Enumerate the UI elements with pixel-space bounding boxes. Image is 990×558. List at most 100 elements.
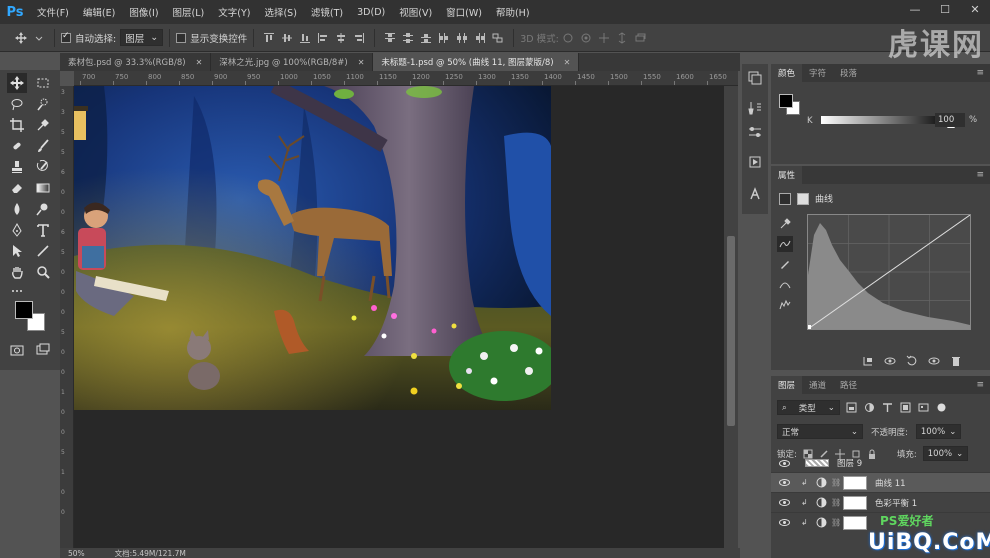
type-tool-icon[interactable]	[33, 220, 53, 240]
visibility-icon[interactable]	[927, 354, 941, 368]
character-panel-icon[interactable]	[747, 186, 763, 202]
dodge-tool-icon[interactable]	[33, 199, 53, 219]
color-foreground-swatch[interactable]	[779, 94, 793, 108]
healing-brush-tool-icon[interactable]	[7, 136, 27, 156]
eraser-tool-icon[interactable]	[7, 178, 27, 198]
distribute-right-icon[interactable]	[473, 31, 487, 45]
document-size[interactable]: 文档:5.49M/121.7M	[115, 548, 186, 558]
filter-toggle-icon[interactable]	[936, 402, 948, 414]
3d-rotate-icon[interactable]	[561, 31, 575, 45]
show-transform-checkbox[interactable]: 显示变换控件	[176, 31, 247, 45]
tab-forest-light[interactable]: 深林之光.jpg @ 100%(RGB/8#) ✕	[211, 53, 374, 71]
auto-align-icon[interactable]	[491, 31, 505, 45]
menu-filter[interactable]: 滤镜(T)	[304, 5, 350, 19]
opacity-field[interactable]: 100% ⌄	[915, 424, 962, 439]
eyedropper-tool-icon[interactable]	[33, 115, 53, 135]
layer-row-color-balance-1[interactable]: ↲ ⛓ 色彩平衡 1	[771, 492, 990, 512]
crop-tool-icon[interactable]	[7, 115, 27, 135]
trash-icon[interactable]	[949, 354, 963, 368]
align-top-icon[interactable]	[262, 31, 276, 45]
align-hcenter-icon[interactable]	[334, 31, 348, 45]
layer-row-group[interactable]: 图层 9	[771, 456, 990, 470]
move-tool-icon[interactable]	[7, 73, 27, 93]
gradient-tool-icon[interactable]	[33, 178, 53, 198]
brush-tool-icon[interactable]	[33, 136, 53, 156]
type-filter-icon[interactable]	[882, 402, 894, 414]
auto-select-dropdown[interactable]: 图层 ⌄	[120, 29, 164, 46]
distribute-hcenter-icon[interactable]	[455, 31, 469, 45]
curve-point-icon[interactable]	[777, 236, 793, 252]
quick-mask-icon[interactable]	[7, 340, 27, 360]
menu-view[interactable]: 视图(V)	[392, 5, 439, 19]
panel-menu-icon[interactable]: ≡	[976, 170, 984, 180]
menu-image[interactable]: 图像(I)	[122, 5, 165, 19]
move-tool-icon[interactable]	[14, 31, 28, 45]
actions-panel-icon[interactable]	[747, 154, 763, 170]
horizontal-ruler[interactable]: 700 750 800 850 900 950 1000 1050 1100 1150 1200 12…	[74, 71, 738, 86]
align-bottom-icon[interactable]	[298, 31, 312, 45]
target-adjust-icon[interactable]	[777, 216, 793, 232]
tab-paths[interactable]: 路径	[833, 376, 864, 394]
clone-stamp-tool-icon[interactable]	[7, 157, 27, 177]
blend-mode-dropdown[interactable]: 正常 ⌄	[777, 424, 863, 439]
distribute-bottom-icon[interactable]	[419, 31, 433, 45]
k-channel-value[interactable]: 100	[935, 113, 965, 127]
menu-select[interactable]: 选择(S)	[257, 5, 303, 19]
pixel-filter-icon[interactable]	[846, 402, 858, 414]
minimize-button[interactable]: —	[900, 0, 930, 18]
tab-paragraph[interactable]: 段落	[833, 64, 864, 82]
vertical-scrollbar[interactable]	[724, 86, 738, 548]
tab-color[interactable]: 颜色	[771, 64, 803, 82]
menu-help[interactable]: 帮助(H)	[489, 5, 537, 19]
distribute-top-icon[interactable]	[383, 31, 397, 45]
reset-icon[interactable]	[905, 354, 919, 368]
tab-properties[interactable]: 属性	[771, 166, 803, 184]
adjustments-panel-icon[interactable]	[747, 124, 763, 140]
panel-menu-icon[interactable]: ≡	[976, 380, 984, 390]
link-icon[interactable]: ⛓	[831, 518, 841, 527]
close-button[interactable]: ✕	[960, 0, 990, 18]
3d-pan-icon[interactable]	[597, 31, 611, 45]
distribute-left-icon[interactable]	[437, 31, 451, 45]
path-selection-tool-icon[interactable]	[7, 241, 27, 261]
menu-window[interactable]: 窗口(W)	[439, 5, 489, 19]
layer-mask-thumbnail[interactable]	[843, 475, 867, 490]
hand-tool-icon[interactable]	[7, 262, 27, 282]
menu-3d[interactable]: 3D(D)	[350, 7, 392, 18]
auto-select-checkbox[interactable]: 自动选择:	[61, 31, 116, 45]
pen-tool-icon[interactable]	[7, 220, 27, 240]
3d-roll-icon[interactable]	[579, 31, 593, 45]
clip-to-layer-icon[interactable]	[861, 354, 875, 368]
curves-graph[interactable]	[806, 214, 971, 330]
scrollbar-thumb[interactable]	[727, 236, 735, 426]
shape-filter-icon[interactable]	[900, 402, 912, 414]
close-icon[interactable]: ✕	[564, 58, 571, 67]
view-previous-icon[interactable]	[883, 354, 897, 368]
maximize-button[interactable]: ☐	[930, 0, 960, 18]
menu-layer[interactable]: 图层(L)	[166, 5, 212, 19]
eye-icon[interactable]	[777, 458, 791, 469]
k-channel-slider[interactable]	[821, 116, 955, 128]
auto-levels-icon[interactable]	[777, 296, 793, 312]
history-brush-tool-icon[interactable]	[33, 157, 53, 177]
close-icon[interactable]: ✕	[196, 58, 203, 67]
artwork-image[interactable]	[74, 86, 551, 410]
zoom-level[interactable]: 50%	[68, 549, 85, 558]
eye-icon[interactable]	[777, 517, 791, 528]
smart-object-filter-icon[interactable]	[918, 402, 930, 414]
layer-row-curves-11[interactable]: ↲ ⛓ 曲线 11	[771, 472, 990, 492]
panel-menu-icon[interactable]: ≡	[976, 68, 984, 78]
menu-type[interactable]: 文字(Y)	[211, 5, 257, 19]
layer-filter-dropdown[interactable]: ⌕ 类型 ⌄	[777, 400, 840, 415]
zoom-tool-icon[interactable]	[33, 262, 53, 282]
lasso-tool-icon[interactable]	[7, 94, 27, 114]
marquee-tool-icon[interactable]	[33, 73, 53, 93]
pencil-icon[interactable]	[777, 256, 793, 272]
menu-edit[interactable]: 编辑(E)	[76, 5, 122, 19]
line-tool-icon[interactable]	[33, 241, 53, 261]
menu-file[interactable]: 文件(F)	[30, 5, 76, 19]
smooth-curve-icon[interactable]	[777, 276, 793, 292]
blur-tool-icon[interactable]	[7, 199, 27, 219]
vertical-ruler[interactable]: 3355600650005001005100	[60, 86, 74, 548]
close-icon[interactable]: ✕	[358, 58, 365, 67]
